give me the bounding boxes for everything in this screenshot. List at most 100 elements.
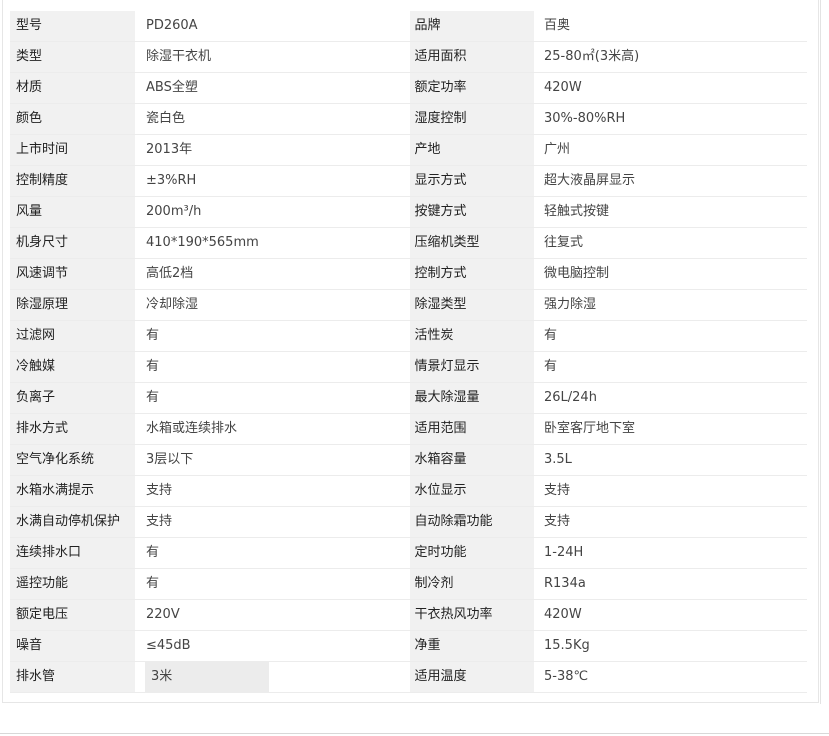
spec-value: 超大液晶屏显示 xyxy=(534,165,807,197)
spec-label: 风量 xyxy=(10,196,135,228)
spec-value: 3.5L xyxy=(534,444,807,476)
spec-value: 26L/24h xyxy=(534,382,807,414)
spec-value: 百奥 xyxy=(534,11,807,42)
spec-label: 额定电压 xyxy=(10,599,135,631)
spec-label: 连续排水口 xyxy=(10,537,135,569)
spec-row: 颜色 瓷白色 湿度控制 30%-80%RH xyxy=(10,103,807,135)
spec-label: 水箱容量 xyxy=(408,444,534,476)
spec-value: ±3%RH xyxy=(135,165,409,197)
spec-label: 额定功率 xyxy=(408,72,534,104)
spec-value: 5-38℃ xyxy=(534,661,807,693)
spec-label: 定时功能 xyxy=(408,537,534,569)
spec-row: 除湿原理 冷却除湿 除湿类型 强力除湿 xyxy=(10,289,807,321)
spec-label: 型号 xyxy=(10,11,135,42)
spec-label: 适用面积 xyxy=(408,41,534,73)
spec-value: 除湿干衣机 xyxy=(135,41,409,73)
spec-row: 冷触媒有情景灯显示有 xyxy=(10,351,807,383)
spec-label: 适用温度 xyxy=(408,661,534,693)
spec-label: 控制精度 xyxy=(10,165,135,197)
spec-row: 空气净化系统 3层以下 水箱容量 3.5L xyxy=(10,444,807,476)
spec-value: 有 xyxy=(534,320,807,352)
spec-value-text: 3米 xyxy=(145,662,269,692)
spec-label: 水位显示 xyxy=(408,475,534,507)
spec-value: 420W xyxy=(534,599,807,631)
spec-value: 420W xyxy=(534,72,807,104)
bottom-divider xyxy=(0,733,829,734)
spec-row: 水满自动停机保护 支持 自动除霜功能 支持 xyxy=(10,506,807,538)
spec-row: 排水管 3米 适用温度 5-38℃ xyxy=(10,661,807,693)
spec-row: 上市时间 2013年 产地 广州 xyxy=(10,134,807,166)
spec-label: 类型 xyxy=(10,41,135,73)
spec-value: 2013年 xyxy=(135,134,409,166)
spec-value: 广州 xyxy=(534,134,807,166)
spec-value: 水箱或连续排水 xyxy=(135,413,409,445)
spec-label: 制冷剂 xyxy=(408,568,534,600)
spec-label: 负离子 xyxy=(10,382,135,414)
spec-value: 25-80㎡(3米高) xyxy=(534,41,807,73)
spec-label: 水箱水满提示 xyxy=(10,475,135,507)
spec-value: 15.5Kg xyxy=(534,630,807,662)
spec-label: 遥控功能 xyxy=(10,568,135,600)
spec-label: 水满自动停机保护 xyxy=(10,506,135,538)
spec-row: 排水方式 水箱或连续排水 适用范围 卧室客厅地下室 xyxy=(10,413,807,445)
spec-value: 有 xyxy=(135,537,409,569)
spec-value: 强力除湿 xyxy=(534,289,807,321)
spec-row: 水箱水满提示 支持 水位显示 支持 xyxy=(10,475,807,507)
spec-value: 微电脑控制 xyxy=(534,258,807,290)
spec-label: 压缩机类型 xyxy=(408,227,534,259)
spec-label: 空气净化系统 xyxy=(10,444,135,476)
spec-label: 上市时间 xyxy=(10,134,135,166)
spec-row: 风量 200m³/h 按键方式 轻触式按键 xyxy=(10,196,807,228)
spec-value: 30%-80%RH xyxy=(534,103,807,135)
spec-value: 3米 xyxy=(135,661,409,693)
spec-value: 瓷白色 xyxy=(135,103,409,135)
spec-value: 有 xyxy=(135,320,409,352)
spec-value: 410*190*565mm xyxy=(135,227,409,259)
spec-value: 高低2档 xyxy=(135,258,409,290)
spec-label: 冷触媒 xyxy=(10,351,135,383)
spec-value: 往复式 xyxy=(534,227,807,259)
spec-row: 连续排水口有定时功能 1-24H xyxy=(10,537,807,569)
spec-label: 排水方式 xyxy=(10,413,135,445)
spec-value: 有 xyxy=(135,568,409,600)
spec-label: 湿度控制 xyxy=(408,103,534,135)
spec-label: 排水管 xyxy=(10,661,135,693)
spec-value: R134a xyxy=(534,568,807,600)
spec-row: 材质 ABS全塑 额定功率 420W xyxy=(10,72,807,104)
spec-row: 遥控功能有制冷剂 R134a xyxy=(10,568,807,600)
spec-table: 型号 PD260A 品牌 百奥 类型 除湿干衣机 适用面积 25-80㎡(3米高) 材质 ABS全… xyxy=(10,11,807,693)
spec-label: 净重 xyxy=(408,630,534,662)
spec-label: 噪音 xyxy=(10,630,135,662)
spec-label: 最大除湿量 xyxy=(408,382,534,414)
spec-label: 干衣热风功率 xyxy=(408,599,534,631)
spec-label: 情景灯显示 xyxy=(408,351,534,383)
spec-label: 风速调节 xyxy=(10,258,135,290)
spec-value: PD260A xyxy=(135,11,409,42)
spec-label: 产地 xyxy=(408,134,534,166)
spec-label: 活性炭 xyxy=(408,320,534,352)
spec-label: 显示方式 xyxy=(408,165,534,197)
spec-label: 颜色 xyxy=(10,103,135,135)
spec-value: 220V xyxy=(135,599,409,631)
spec-label: 机身尺寸 xyxy=(10,227,135,259)
spec-value: 200m³/h xyxy=(135,196,409,228)
spec-label: 品牌 xyxy=(408,11,534,42)
spec-value: 有 xyxy=(534,351,807,383)
spec-label: 过滤网 xyxy=(10,320,135,352)
spec-label: 按键方式 xyxy=(408,196,534,228)
spec-value: 1-24H xyxy=(534,537,807,569)
spec-label: 自动除霜功能 xyxy=(408,506,534,538)
spec-row: 控制精度 ±3%RH 显示方式 超大液晶屏显示 xyxy=(10,165,807,197)
spec-value: 支持 xyxy=(135,506,409,538)
spec-row: 型号 PD260A 品牌 百奥 xyxy=(10,11,807,42)
spec-value: 轻触式按键 xyxy=(534,196,807,228)
spec-value: 支持 xyxy=(135,475,409,507)
spec-row: 过滤网有活性炭有 xyxy=(10,320,807,352)
spec-row: 额定电压 220V 干衣热风功率 420W xyxy=(10,599,807,631)
spec-value: 3层以下 xyxy=(135,444,409,476)
spec-row: 噪音 ≤45dB 净重 15.5Kg xyxy=(10,630,807,662)
spec-row: 类型 除湿干衣机 适用面积 25-80㎡(3米高) xyxy=(10,41,807,73)
spec-value: 有 xyxy=(135,382,409,414)
spec-value: 冷却除湿 xyxy=(135,289,409,321)
spec-value: 支持 xyxy=(534,506,807,538)
